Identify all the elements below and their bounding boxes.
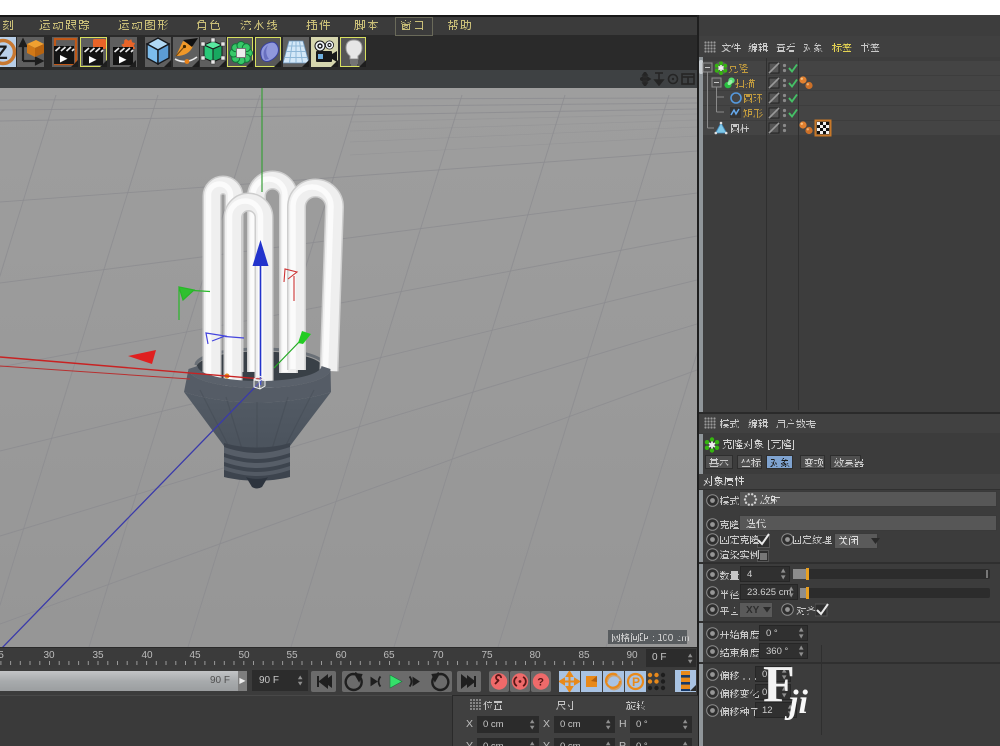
svg-text:Z: Z bbox=[0, 43, 8, 64]
svg-text:P: P bbox=[632, 675, 640, 689]
svg-text:?: ? bbox=[537, 677, 544, 689]
